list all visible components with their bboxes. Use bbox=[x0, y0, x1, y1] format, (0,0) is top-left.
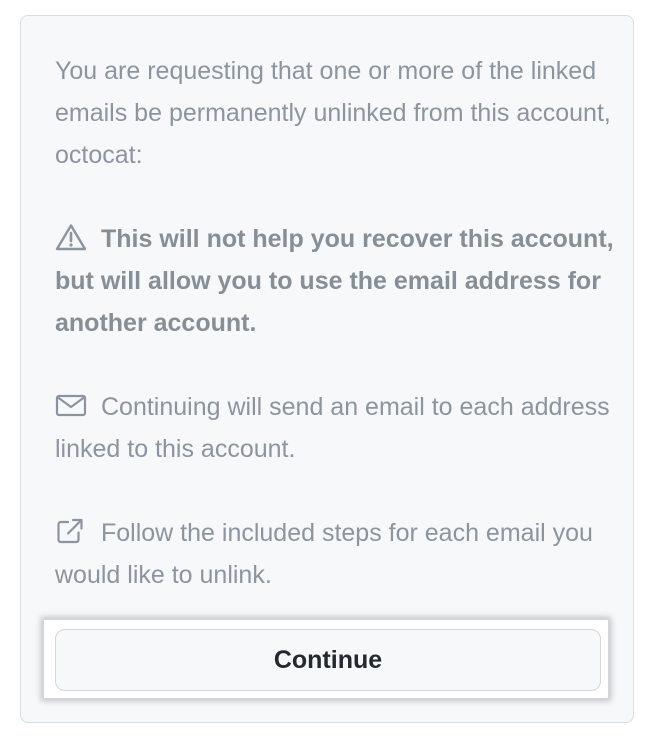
external-link-icon bbox=[55, 517, 87, 545]
email-notice-text: Continuing will send an email to each ad… bbox=[55, 393, 610, 463]
warning-text: This will not help you recover this acco… bbox=[55, 225, 614, 337]
steps-notice: Follow the included steps for each email… bbox=[55, 512, 615, 596]
unlink-emails-dialog: You are requesting that one or more of t… bbox=[20, 15, 634, 723]
continue-button[interactable]: Continue bbox=[55, 629, 601, 691]
mail-icon bbox=[55, 391, 87, 419]
email-notice: Continuing will send an email to each ad… bbox=[55, 386, 615, 470]
alert-triangle-icon bbox=[55, 223, 87, 251]
continue-button-highlight: Continue bbox=[43, 619, 609, 699]
warning-message: This will not help you recover this acco… bbox=[55, 218, 615, 344]
intro-text: You are requesting that one or more of t… bbox=[55, 57, 611, 169]
steps-notice-text: Follow the included steps for each email… bbox=[55, 519, 593, 589]
